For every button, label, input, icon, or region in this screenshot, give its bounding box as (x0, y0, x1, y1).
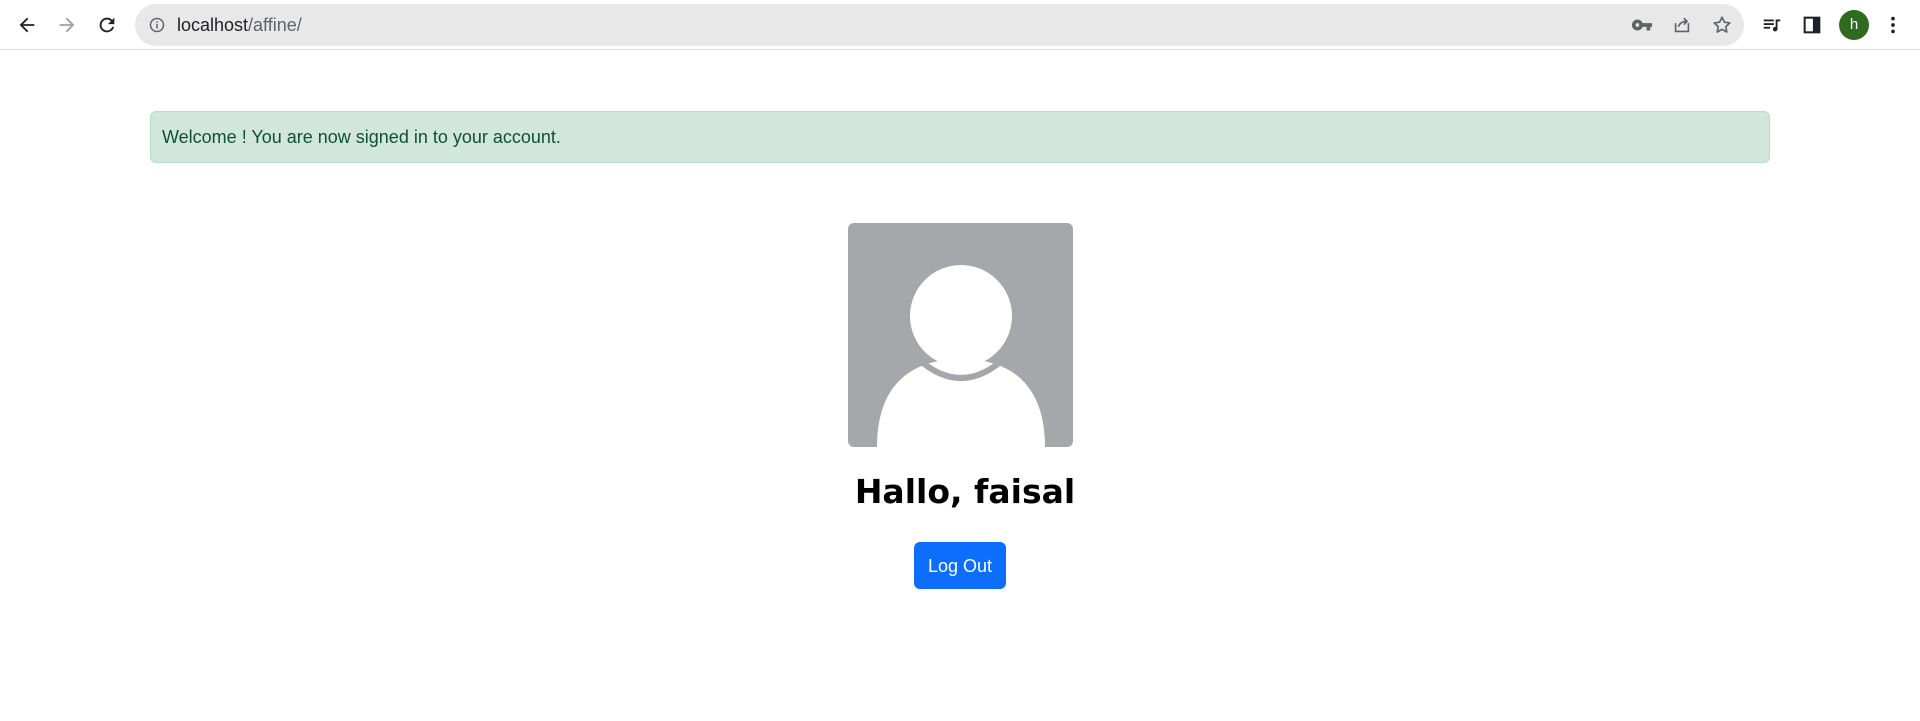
reload-icon (99, 17, 115, 33)
profile-avatar[interactable]: h (1839, 10, 1869, 40)
playlist-music-icon (1763, 19, 1781, 32)
back-button[interactable] (10, 8, 44, 42)
kebab-menu-icon (1891, 16, 1895, 34)
site-info-icon[interactable] (147, 15, 167, 35)
side-panel-button[interactable] (1795, 8, 1829, 42)
forward-button[interactable] (50, 8, 84, 42)
success-alert: Welcome ! You are now signed in to your … (150, 111, 1770, 163)
bookmark-star-icon[interactable] (1709, 12, 1735, 38)
address-bar[interactable]: localhost/affine/ (135, 4, 1744, 46)
url-host: localhost (177, 15, 249, 35)
password-key-icon[interactable] (1629, 12, 1655, 38)
arrow-left-icon (19, 17, 35, 33)
default-user-silhouette-icon (877, 265, 1045, 447)
logout-button[interactable]: Log Out (914, 542, 1006, 589)
url-text: localhost/affine/ (177, 15, 302, 35)
browser-menu-button[interactable] (1876, 8, 1910, 42)
arrow-right-icon (59, 17, 75, 33)
greeting-heading: Hallo, faisal (854, 472, 1076, 511)
reload-button[interactable] (90, 8, 124, 42)
url-path: /affine/ (248, 15, 302, 35)
share-icon[interactable] (1669, 12, 1695, 38)
side-panel-icon (1803, 16, 1821, 34)
browser-toolbar: localhost/affine/ h (0, 0, 1920, 50)
media-control-button[interactable] (1755, 8, 1789, 42)
profile-picture (848, 223, 1073, 447)
